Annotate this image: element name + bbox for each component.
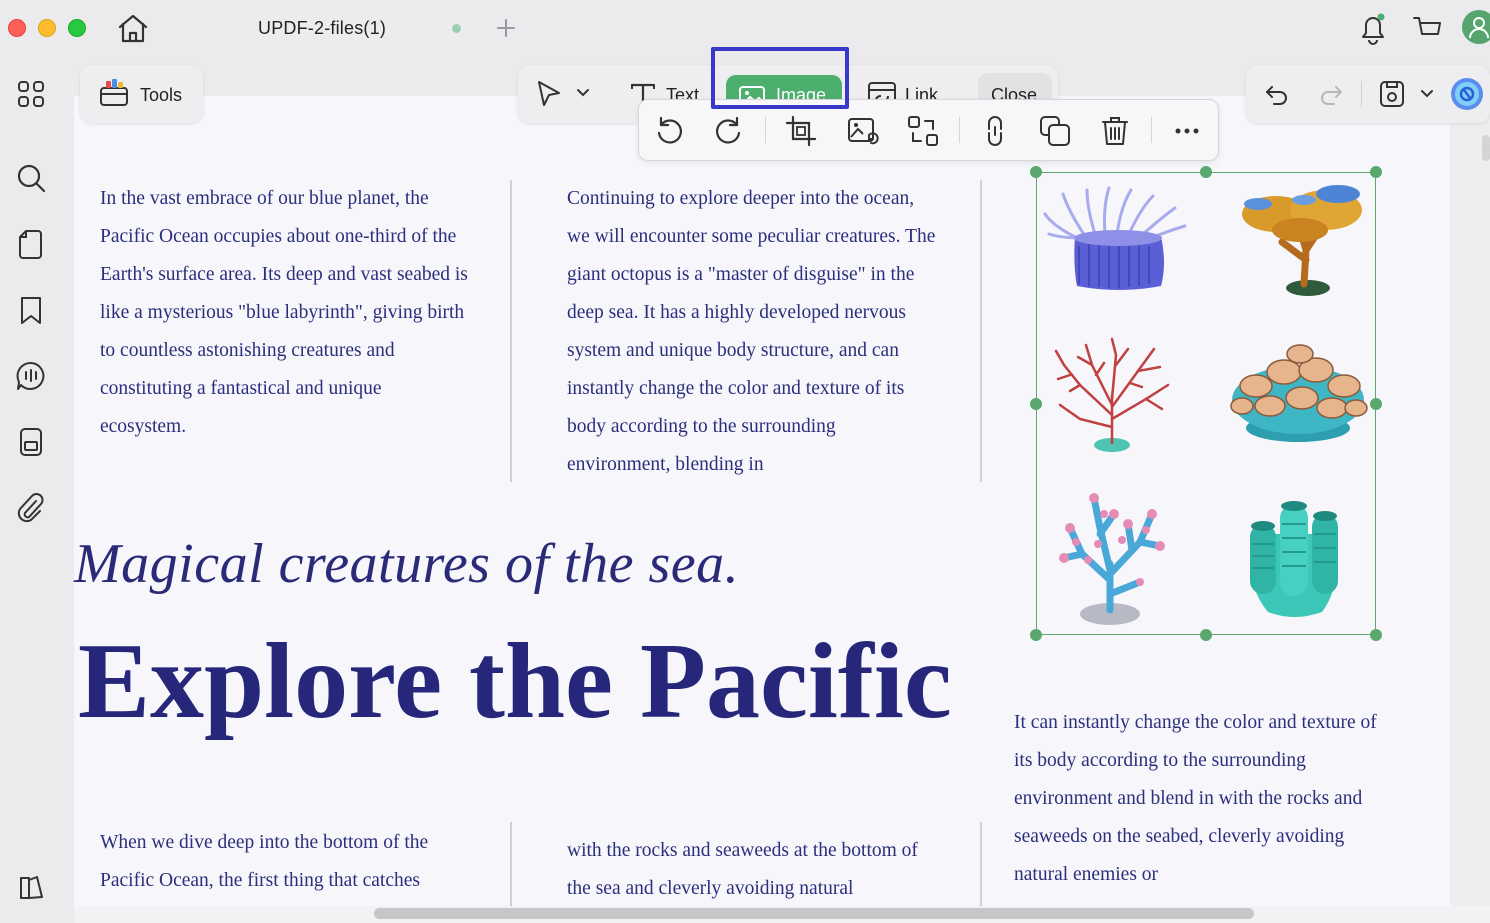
comment-icon[interactable] xyxy=(13,358,49,394)
resize-handle-top-left[interactable] xyxy=(1030,166,1042,178)
paragraph-col1-top[interactable]: In the vast embrace of our blue planet, … xyxy=(100,180,472,446)
column-divider xyxy=(510,822,512,906)
document-subtitle[interactable]: Magical creatures of the sea. xyxy=(74,532,739,596)
crop-icon[interactable] xyxy=(783,113,819,149)
left-sidebar xyxy=(0,58,62,923)
select-pointer-icon[interactable] xyxy=(534,79,564,109)
paragraph-col3-bottom[interactable]: It can instantly change the color and te… xyxy=(1014,704,1394,894)
column-divider xyxy=(980,822,982,906)
chevron-down-icon[interactable] xyxy=(1420,86,1434,100)
delete-icon[interactable] xyxy=(1097,113,1133,149)
horizontal-scrollbar[interactable] xyxy=(374,908,1254,919)
vertical-scrollbar[interactable] xyxy=(1482,135,1490,161)
page-margin xyxy=(1450,96,1490,906)
thumbnails-grid-icon[interactable] xyxy=(13,76,49,112)
page-icon[interactable] xyxy=(13,226,49,262)
tab-title: UPDF-2-files(1) xyxy=(258,18,387,38)
save-icon[interactable] xyxy=(1376,78,1408,110)
document-headline[interactable]: Explore the Pacific xyxy=(78,620,952,744)
column-divider xyxy=(510,180,512,482)
search-icon[interactable] xyxy=(13,160,49,196)
replace-image-icon[interactable] xyxy=(845,113,881,149)
resize-handle-bottom-right[interactable] xyxy=(1370,629,1382,641)
toolbar-divider xyxy=(1151,117,1152,143)
theme-icon[interactable] xyxy=(13,870,49,906)
window-close-button[interactable] xyxy=(8,19,26,37)
rotate-right-icon[interactable] xyxy=(711,113,747,149)
document-tab[interactable]: UPDF-2-files(1) xyxy=(172,4,480,52)
paragraph-col1-bottom[interactable]: When we dive deep into the bottom of the… xyxy=(100,824,472,900)
tools-label: Tools xyxy=(140,85,183,105)
resize-handle-top-right[interactable] xyxy=(1370,166,1382,178)
notification-bell-icon[interactable] xyxy=(1356,10,1390,46)
column-divider xyxy=(980,180,982,482)
paragraph-col2-top[interactable]: Continuing to explore deeper into the oc… xyxy=(567,180,941,484)
more-icon[interactable] xyxy=(1169,113,1205,149)
ai-assistant-icon[interactable] xyxy=(1450,77,1484,111)
rotate-left-icon[interactable] xyxy=(651,113,687,149)
bookmark-icon[interactable] xyxy=(13,292,49,328)
resize-handle-top[interactable] xyxy=(1200,166,1212,178)
extract-image-icon[interactable] xyxy=(905,113,941,149)
paragraph-col2-bottom[interactable]: with the rocks and seaweeds at the botto… xyxy=(567,832,941,906)
right-toolbar xyxy=(1246,65,1490,123)
link-image-icon[interactable] xyxy=(977,113,1013,149)
window-maximize-button[interactable] xyxy=(68,19,86,37)
user-avatar[interactable] xyxy=(1462,10,1490,44)
toolbar-divider xyxy=(959,117,960,143)
duplicate-icon[interactable] xyxy=(1037,113,1073,149)
chevron-down-icon[interactable] xyxy=(576,85,590,99)
toolbar-divider xyxy=(1361,81,1362,107)
document-icon[interactable] xyxy=(13,424,49,460)
tools-button[interactable]: Tools xyxy=(80,65,203,123)
resize-handle-bottom-left[interactable] xyxy=(1030,629,1042,641)
resize-handle-right[interactable] xyxy=(1370,398,1382,410)
toolbar-divider xyxy=(765,117,766,143)
image-selection-box[interactable] xyxy=(1036,172,1376,635)
home-icon[interactable] xyxy=(112,8,154,48)
attachment-icon[interactable] xyxy=(13,490,49,526)
toolbox-icon xyxy=(98,77,130,109)
undo-icon[interactable] xyxy=(1262,79,1292,109)
redo-icon[interactable] xyxy=(1316,79,1346,109)
resize-handle-left[interactable] xyxy=(1030,398,1042,410)
unsaved-indicator xyxy=(452,24,461,33)
new-tab-button[interactable] xyxy=(494,14,518,42)
cart-icon[interactable] xyxy=(1410,10,1444,46)
image-tool-highlight-box xyxy=(711,47,849,109)
resize-handle-bottom[interactable] xyxy=(1200,629,1212,641)
window-minimize-button[interactable] xyxy=(38,19,56,37)
